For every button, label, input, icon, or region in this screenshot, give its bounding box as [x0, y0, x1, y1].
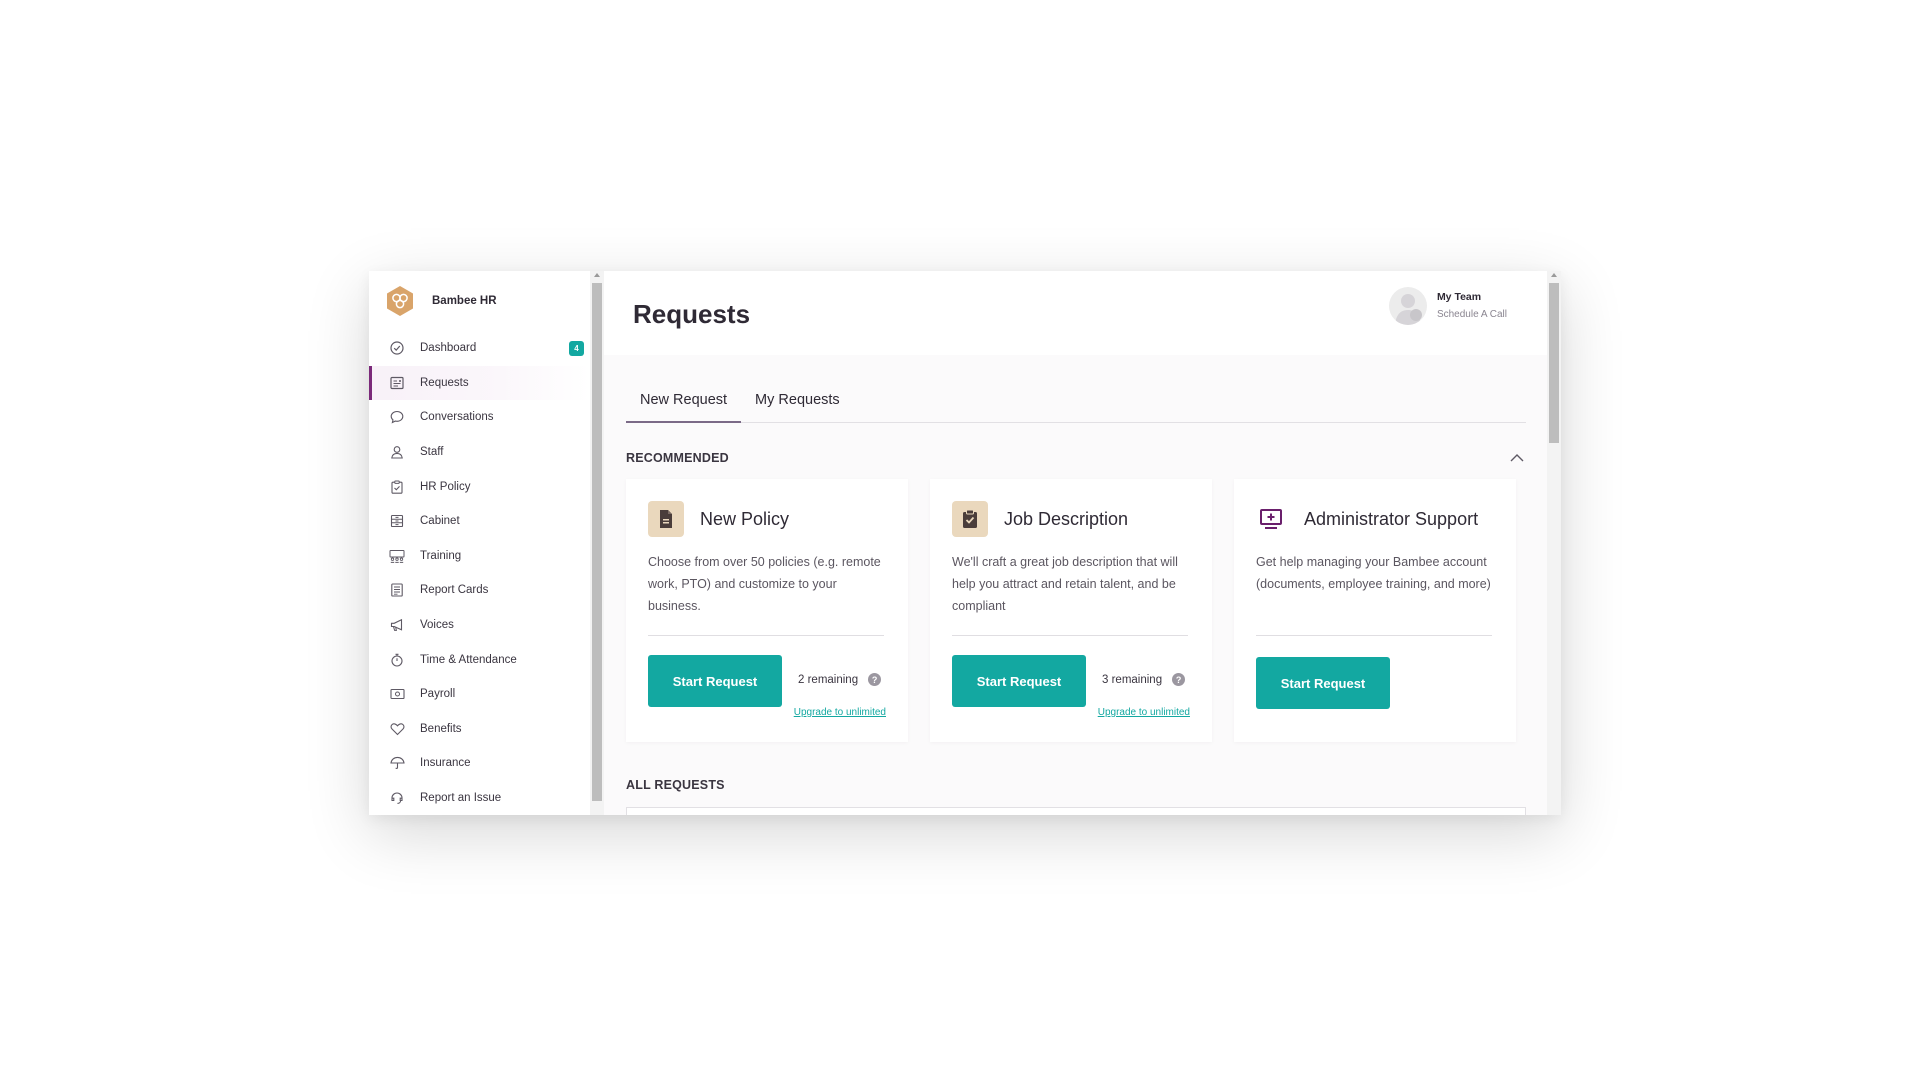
sidebar: Bambee HR Dashboard 4 Requests Conversat…: [369, 271, 590, 815]
notification-badge: 4: [569, 340, 584, 356]
sidebar-item-conversations[interactable]: Conversations: [369, 400, 590, 435]
all-requests-list: [626, 807, 1526, 815]
stopwatch-icon: [389, 652, 405, 668]
request-card-new-policy: New Policy Choose from over 50 policies …: [626, 479, 908, 742]
sidebar-item-label: Report an Issue: [420, 792, 502, 805]
card-title: Job Description: [1004, 508, 1129, 529]
sidebar-item-report-issue[interactable]: Report an Issue: [369, 781, 590, 815]
clipboard-check-icon: [952, 501, 988, 537]
sidebar-item-cabinet[interactable]: Cabinet: [369, 504, 590, 539]
report-card-icon: [389, 582, 405, 598]
umbrella-icon: [389, 755, 405, 771]
chevron-up-icon[interactable]: [1509, 451, 1525, 463]
training-icon: [389, 548, 405, 564]
request-tabs: New Request My Requests: [626, 387, 1526, 423]
sidebar-scrollbar[interactable]: [590, 271, 604, 815]
card-title: New Policy: [700, 508, 790, 529]
start-request-button[interactable]: Start Request: [952, 655, 1086, 707]
sidebar-item-staff[interactable]: Staff: [369, 435, 590, 470]
scroll-up-arrow-icon[interactable]: [594, 273, 600, 277]
sidebar-item-label: Payroll: [420, 688, 456, 701]
main-content: Requests My Team Schedule A Call New Req…: [604, 271, 1547, 815]
cabinet-icon: [389, 513, 405, 529]
document-icon: [648, 501, 684, 537]
sidebar-item-benefits[interactable]: Benefits: [369, 712, 590, 747]
remaining-text: 3 remaining: [1102, 673, 1163, 686]
all-requests-heading: ALL REQUESTS: [626, 778, 725, 792]
remaining-count: 3 remaining ?: [1102, 673, 1186, 686]
sidebar-item-insurance[interactable]: Insurance: [369, 746, 590, 781]
top-bar: Requests My Team Schedule A Call: [604, 271, 1547, 355]
start-request-button[interactable]: Start Request: [1256, 657, 1390, 709]
start-request-button[interactable]: Start Request: [648, 655, 782, 707]
sidebar-item-label: Dashboard: [420, 342, 477, 355]
sidebar-item-label: Training: [420, 549, 462, 562]
app-window: Bambee HR Dashboard 4 Requests Conversat…: [369, 271, 1561, 815]
sidebar-item-label: Conversations: [420, 411, 494, 424]
upgrade-link[interactable]: Upgrade to unlimited: [1098, 707, 1190, 718]
heart-icon: [389, 721, 405, 737]
chat-bubble-icon: [389, 409, 405, 425]
sidebar-item-label: Staff: [420, 446, 444, 459]
tab-new-request[interactable]: New Request: [626, 387, 742, 423]
avatar: [1388, 287, 1427, 325]
sidebar-item-requests[interactable]: Requests: [369, 365, 590, 401]
brand[interactable]: Bambee HR: [369, 271, 590, 331]
sidebar-item-payroll[interactable]: Payroll: [369, 677, 590, 712]
person-icon: [389, 444, 405, 460]
sidebar-item-label: Time & Attendance: [420, 653, 517, 666]
card-divider: [952, 635, 1188, 636]
report-issue-icon: [389, 790, 405, 806]
clipboard-icon: [389, 479, 405, 495]
scrollbar-thumb[interactable]: [592, 283, 602, 801]
sidebar-item-voices[interactable]: Voices: [369, 608, 590, 643]
sidebar-item-label: Cabinet: [420, 515, 460, 528]
card-title: Administrator Support: [1304, 508, 1479, 529]
schedule-call-link[interactable]: Schedule A Call: [1437, 306, 1507, 323]
recommended-heading: RECOMMENDED: [626, 451, 729, 465]
scroll-up-arrow-icon[interactable]: [1551, 273, 1557, 277]
payroll-icon: [389, 686, 405, 702]
card-divider: [1256, 635, 1492, 636]
sidebar-item-training[interactable]: Training: [369, 539, 590, 574]
scrollbar-thumb[interactable]: [1549, 283, 1559, 443]
remaining-text: 2 remaining: [798, 673, 859, 686]
brand-name: Bambee HR: [432, 295, 497, 307]
my-team-widget[interactable]: My Team Schedule A Call: [1388, 287, 1507, 325]
sidebar-item-label: HR Policy: [420, 480, 471, 493]
main-scrollbar[interactable]: [1547, 271, 1561, 815]
remaining-count: 2 remaining ?: [798, 673, 882, 686]
sidebar-item-label: Voices: [420, 619, 454, 632]
sidebar-item-report-cards[interactable]: Report Cards: [369, 573, 590, 608]
admin-monitor-icon: [1256, 501, 1286, 537]
bambee-logo-icon: [384, 285, 416, 317]
check-circle-icon: [389, 340, 405, 356]
sidebar-item-hr-policy[interactable]: HR Policy: [369, 469, 590, 504]
help-icon[interactable]: ?: [868, 673, 882, 686]
requests-icon: [389, 375, 405, 391]
sidebar-item-label: Insurance: [420, 757, 471, 770]
team-name: My Team: [1436, 291, 1482, 303]
sidebar-item-label: Report Cards: [420, 584, 489, 597]
request-card-administrator-support: Administrator Support Get help managing …: [1234, 479, 1516, 742]
sidebar-item-label: Requests: [420, 376, 469, 389]
request-card-job-description: Job Description We'll craft a great job …: [930, 479, 1212, 742]
card-description: Choose from over 50 policies (e.g. remot…: [648, 555, 881, 613]
page-title: Requests: [633, 298, 751, 329]
card-divider: [648, 635, 884, 636]
sidebar-item-dashboard[interactable]: Dashboard 4: [369, 331, 590, 366]
sidebar-item-label: Benefits: [420, 722, 462, 735]
sidebar-item-time-attendance[interactable]: Time & Attendance: [369, 642, 590, 677]
upgrade-link[interactable]: Upgrade to unlimited: [794, 707, 886, 718]
tab-my-requests[interactable]: My Requests: [741, 387, 854, 423]
card-description: We'll craft a great job description that…: [952, 555, 1178, 613]
megaphone-icon: [389, 617, 405, 633]
help-icon[interactable]: ?: [1172, 673, 1186, 686]
card-description: Get help managing your Bambee account (d…: [1256, 555, 1491, 591]
